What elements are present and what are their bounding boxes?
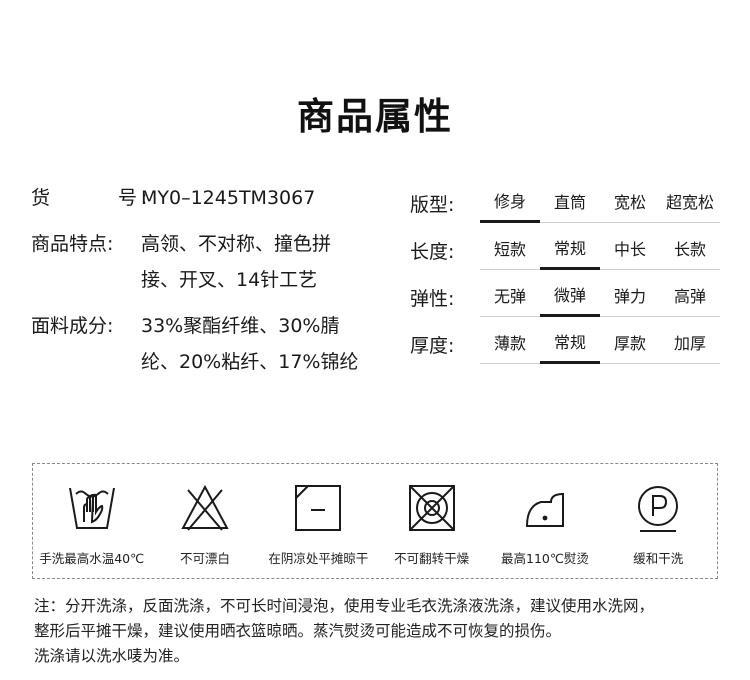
shade-flat-dry-icon [292,482,344,538]
sku-label: 货 号 : [31,180,147,216]
attribute-options: 修身 直筒 宽松 超宽松 [480,185,720,223]
care-note: 注：分开洗涤，反面洗涤，不可长时间浸泡，使用专业毛衣洗涤液洗涤，建议使用水洗网，… [34,594,734,669]
attribute-options: 薄款 常规 厚款 加厚 [480,326,720,364]
attribute-option-selected: 常规 [540,326,600,364]
care-label: 不可翻转干燥 [394,551,470,566]
features-row: 商品特点: 高领、不对称、撞色拼接、开叉、14针工艺 [31,226,381,298]
features-value: 高领、不对称、撞色拼接、开叉、14针工艺 [141,233,332,291]
attribute-options: 短款 常规 中长 长款 [480,232,720,270]
attribute-label: 弹性: [410,288,455,310]
care-note-line-3: 洗涤请以洗水唛为准。 [34,647,190,665]
material-label: 面料成分: [31,315,114,337]
care-instructions: 手洗最高水温40℃ 不可漂白 在阴凉处平摊晾干 不可翻转干燥 最高110℃熨烫 缓和干洗 [32,463,718,579]
attribute-option-selected: 微弹 [540,279,600,317]
no-tumble-dry-icon [406,482,458,538]
attribute-option: 高弹 [673,286,706,306]
dry-clean-p-icon [632,482,684,538]
sku-label-char-1: 货 [31,187,51,209]
material-value: 33%聚酯纤维、30%腈纶、20%粘纤、17%锦纶 [141,315,359,373]
care-label: 最高110℃熨烫 [501,551,589,566]
hand-wash-icon [66,482,118,538]
care-item: 不可翻转干燥 [375,482,488,578]
care-item: 在阴凉处平摊晾干 [262,482,375,578]
care-label: 手洗最高水温40℃ [39,551,145,566]
attribute-label: 版型: [410,194,455,216]
attribute-option: 长款 [673,239,706,259]
care-note-line-1: 注：分开洗涤，反面洗涤，不可长时间浸泡，使用专业毛衣洗涤液洗涤，建议使用水洗网， [34,597,655,615]
care-item: 最高110℃熨烫 [488,482,601,578]
care-note-line-2: 整形后平摊干燥，建议使用晒衣篮晾晒。蒸汽熨烫可能造成不可恢复的损伤。 [34,622,562,640]
care-item: 不可漂白 [148,482,261,578]
sku-value: MY0–1245TM3067 [141,187,316,209]
no-bleach-icon [179,482,231,538]
attribute-label: 厚度: [410,335,455,357]
care-item: 手洗最高水温40℃ [35,482,148,578]
attribute-option: 加厚 [673,333,706,353]
features-label: 商品特点: [31,233,114,255]
attribute-option: 薄款 [493,333,526,353]
attribute-option: 宽松 [613,192,646,212]
attribute-row: 长度: 短款 常规 中长 长款 [410,227,720,274]
attribute-options: 无弹 微弹 弹力 高弹 [480,279,720,317]
care-label: 在阴凉处平摊晾干 [268,551,369,566]
sku-label-char-2: 号 [117,187,137,209]
material-row: 面料成分: 33%聚酯纤维、30%腈纶、20%粘纤、17%锦纶 [31,308,381,380]
attribute-option: 无弹 [493,286,526,306]
attribute-option: 直筒 [553,192,586,212]
attribute-option: 短款 [493,239,526,259]
attribute-table: 版型: 修身 直筒 宽松 超宽松 长度: 短款 常规 中长 长款 弹性: 无弹 微弹 弹力 高弹 厚度: 薄款常… [410,180,720,368]
attribute-label: 长度: [410,241,455,263]
attribute-row: 版型: 修身 直筒 宽松 超宽松 [410,180,720,227]
attribute-option: 厚款 [613,333,646,353]
attribute-option-selected: 修身 [480,185,540,223]
attribute-option: 中长 [613,239,646,259]
attribute-option: 超宽松 [665,192,714,212]
iron-110-icon [519,482,571,538]
care-label: 缓和干洗 [633,551,684,566]
attribute-row: 弹性: 无弹 微弹 弹力 高弹 [410,274,720,321]
page-title: 商品属性 [297,95,453,138]
attribute-option: 弹力 [613,286,646,306]
product-info: 货 号 : MY0–1245TM3067 商品特点: 高领、不对称、撞色拼接、开… [31,180,381,390]
attribute-option-selected: 常规 [540,232,600,270]
care-item: 缓和干洗 [602,482,715,578]
sku-row: 货 号 : MY0–1245TM3067 [31,180,381,216]
attribute-row: 厚度: 薄款 常规 厚款 加厚 [410,321,720,368]
care-label: 不可漂白 [179,551,230,566]
